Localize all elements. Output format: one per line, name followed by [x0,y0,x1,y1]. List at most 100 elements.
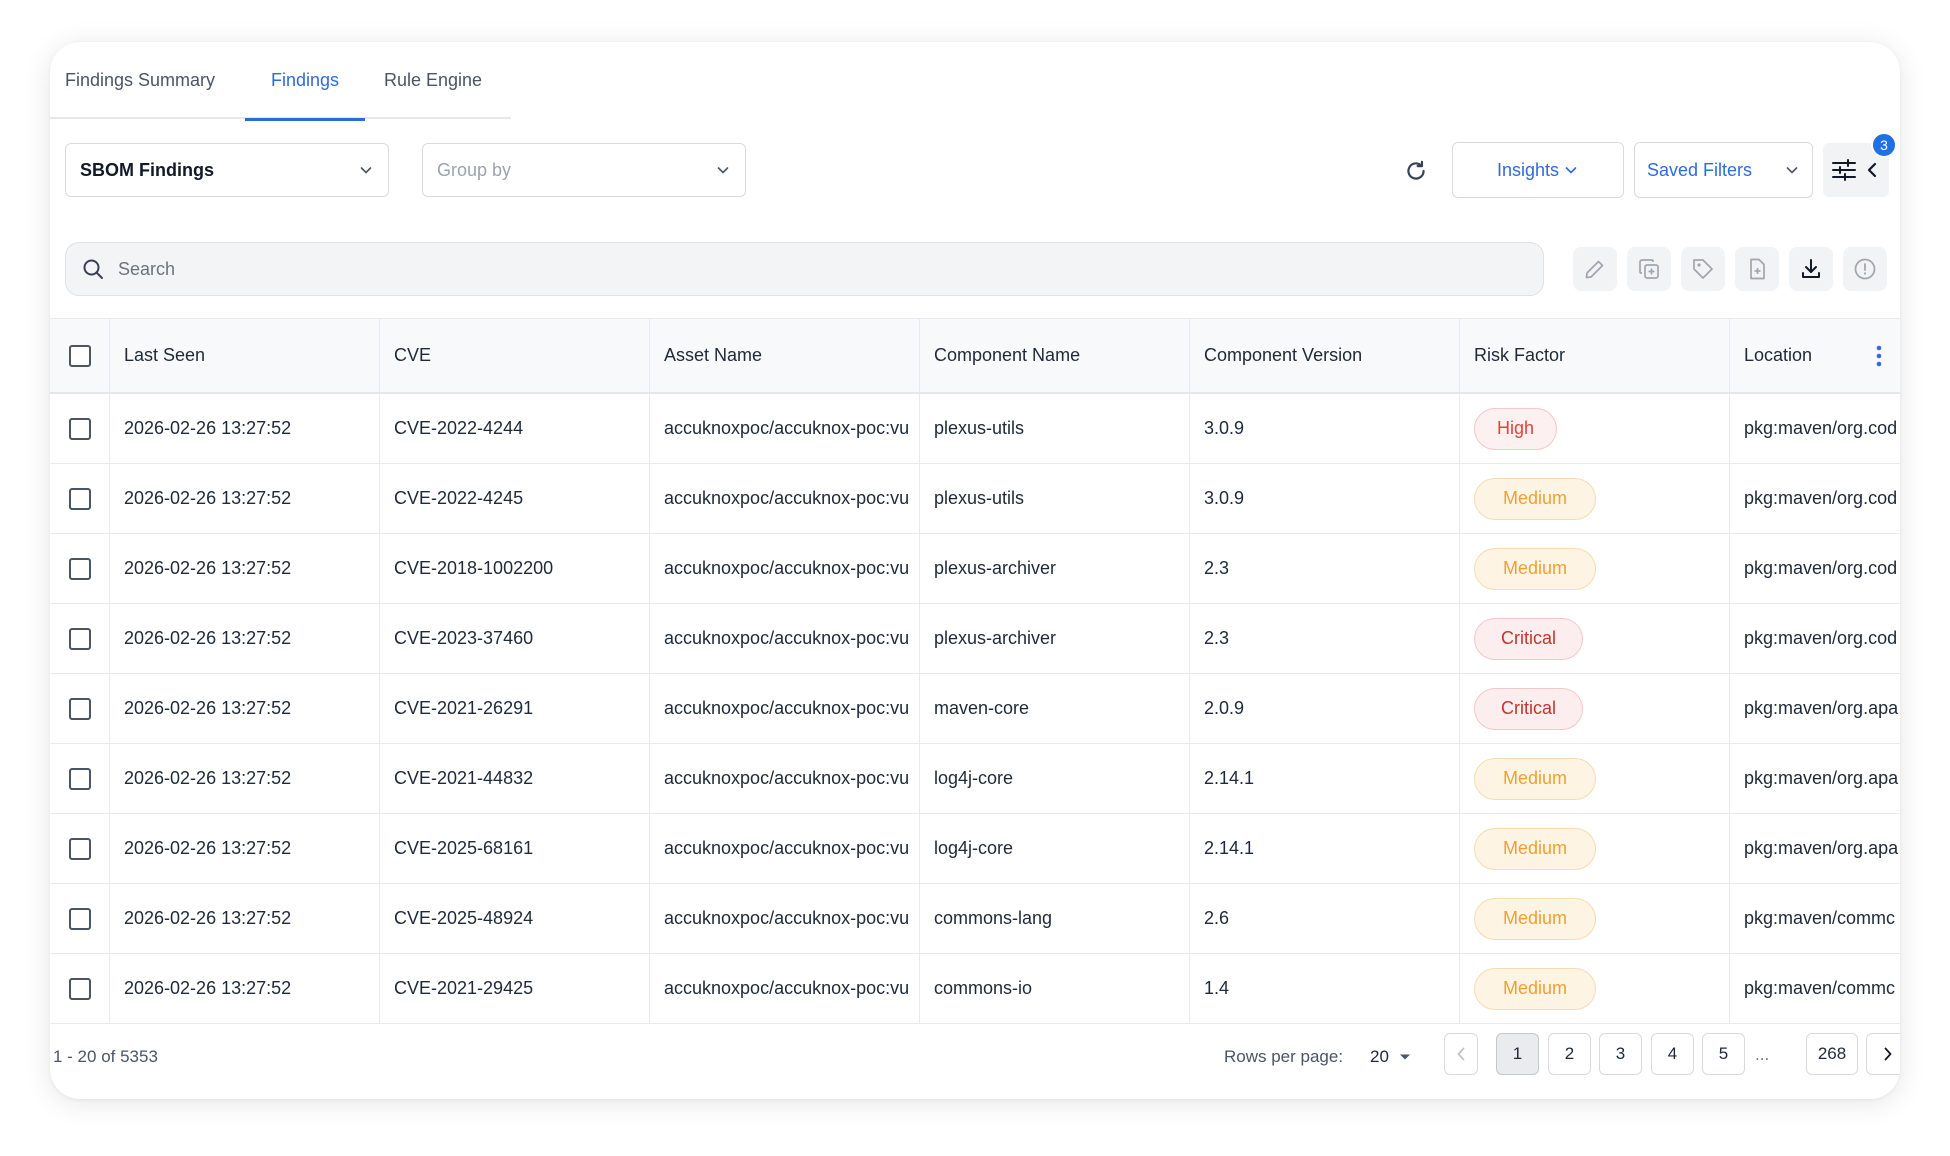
row-checkbox-cell [50,394,110,463]
page-button-3[interactable]: 3 [1599,1033,1642,1075]
row-checkbox[interactable] [68,907,91,930]
findings-card: Findings Summary Findings Rule Engine SB… [50,42,1900,1099]
cell-location: pkg:maven/commc [1744,908,1896,928]
chevron-right-icon [1884,1047,1891,1061]
tab-rule-engine[interactable]: Rule Engine [365,42,511,119]
row-checkbox[interactable] [68,627,91,650]
table-row[interactable]: 2026-02-26 13:27:52 CVE-2023-37460 accukno… [50,604,1900,674]
page-button-5[interactable]: 5 [1702,1033,1745,1075]
saved-filters-button[interactable]: Saved Filters [1634,142,1813,198]
column-header-last-seen[interactable]: Last Seen [110,319,380,392]
table-header-row: Last Seen CVE Asset Name Component Name … [50,318,1900,394]
table-row[interactable]: 2026-02-26 13:27:52 CVE-2025-48924 accukno… [50,884,1900,954]
report-issue-button[interactable] [1843,247,1887,291]
cell-asset-name: accuknoxpoc/accuknox-poc:vu [650,884,920,953]
bulk-actions [1573,247,1887,291]
table-row[interactable]: 2026-02-26 13:27:52 CVE-2021-26291 accukno… [50,674,1900,744]
cell-cve[interactable]: CVE-2025-48924 [380,884,650,953]
table-row[interactable]: 2026-02-26 13:27:52 CVE-2022-4244 accuknox… [50,394,1900,464]
cell-last-seen: 2026-02-26 13:27:52 [110,814,380,883]
chevron-down-icon [1565,167,1577,174]
download-button[interactable] [1789,247,1833,291]
cell-component-name: plexus-utils [920,464,1190,533]
cell-asset-name: accuknoxpoc/accuknox-poc:vu [650,464,920,533]
search-input[interactable] [118,258,1543,280]
cell-risk-factor: Medium [1460,744,1730,813]
prev-page-button[interactable] [1444,1033,1478,1075]
column-header-component-name[interactable]: Component Name [920,319,1190,392]
column-header-cve[interactable]: CVE [380,319,650,392]
cell-cve[interactable]: CVE-2022-4245 [380,464,650,533]
header-checkbox-cell [50,319,110,392]
next-page-button[interactable] [1866,1033,1900,1075]
cell-component-name: commons-io [920,954,1190,1023]
chevron-down-icon [1786,167,1798,174]
kebab-menu-icon[interactable] [1876,345,1882,367]
add-file-button[interactable] [1735,247,1779,291]
result-count: 1 - 20 of 5353 [53,1047,158,1066]
table-row[interactable]: 2026-02-26 13:27:52 CVE-2025-68161 accukno… [50,814,1900,884]
cell-cve[interactable]: CVE-2018-1002200 [380,534,650,603]
group-by-placeholder: Group by [437,159,512,180]
row-checkbox[interactable] [68,417,91,440]
row-checkbox[interactable] [68,837,91,860]
cell-cve[interactable]: CVE-2023-37460 [380,604,650,673]
page-button-1[interactable]: 1 [1496,1033,1539,1075]
group-by-select[interactable]: Group by [422,143,746,197]
cell-location: pkg:maven/org.cod [1744,628,1898,648]
cell-last-seen: 2026-02-26 13:27:52 [110,674,380,743]
row-checkbox[interactable] [68,697,91,720]
cell-component-version: 2.14.1 [1190,814,1460,883]
table-row[interactable]: 2026-02-26 13:27:52 CVE-2021-44832 accukno… [50,744,1900,814]
page-button-4[interactable]: 4 [1651,1033,1694,1075]
column-header-location-cell: Location [1730,319,1900,392]
row-checkbox[interactable] [68,977,91,1000]
select-all-checkbox[interactable] [68,344,91,367]
page-button-2[interactable]: 2 [1548,1033,1591,1075]
cell-risk-factor: Medium [1460,814,1730,883]
column-header-risk-factor[interactable]: Risk Factor [1460,319,1730,392]
table-row[interactable]: 2026-02-26 13:27:52 CVE-2022-4245 accuknox… [50,464,1900,534]
tab-findings-summary[interactable]: Findings Summary [50,42,245,119]
findings-table: Last Seen CVE Asset Name Component Name … [50,318,1900,1024]
cell-component-name: commons-lang [920,884,1190,953]
row-checkbox[interactable] [68,487,91,510]
refresh-icon[interactable] [1403,158,1429,184]
finding-type-select[interactable]: SBOM Findings [65,143,389,197]
create-ticket-button[interactable] [1627,247,1671,291]
cell-risk-factor: Medium [1460,954,1730,1023]
tag-button[interactable] [1681,247,1725,291]
cell-cve[interactable]: CVE-2021-26291 [380,674,650,743]
cell-last-seen: 2026-02-26 13:27:52 [110,884,380,953]
column-header-location[interactable]: Location [1744,345,1812,366]
cell-cve[interactable]: CVE-2021-29425 [380,954,650,1023]
risk-badge: Medium [1474,897,1597,940]
rows-per-page-select[interactable]: 20 [1370,1047,1411,1067]
insights-button[interactable]: Insights [1452,142,1624,198]
insights-label: Insights [1496,159,1560,180]
column-header-asset-name[interactable]: Asset Name [650,319,920,392]
cell-component-version: 3.0.9 [1190,394,1460,463]
cell-asset-name: accuknoxpoc/accuknox-poc:vu [650,744,920,813]
row-checkbox-cell [50,954,110,1023]
column-header-component-version[interactable]: Component Version [1190,319,1460,392]
chevron-down-icon [360,167,372,174]
risk-badge: Critical [1474,617,1584,660]
edit-button[interactable] [1573,247,1617,291]
search-icon [83,259,103,279]
cell-cve[interactable]: CVE-2021-44832 [380,744,650,813]
cell-component-version: 2.3 [1190,534,1460,603]
row-checkbox-cell [50,534,110,603]
cell-location: pkg:maven/org.apa [1744,838,1899,858]
cell-component-name: plexus-archiver [920,604,1190,673]
cell-last-seen: 2026-02-26 13:27:52 [110,394,380,463]
table-row[interactable]: 2026-02-26 13:27:52 CVE-2021-29425 accukno… [50,954,1900,1024]
chevron-left-icon [1457,1047,1465,1061]
cell-cve[interactable]: CVE-2025-68161 [380,814,650,883]
row-checkbox[interactable] [68,557,91,580]
tab-findings[interactable]: Findings [245,42,365,121]
cell-cve[interactable]: CVE-2022-4244 [380,394,650,463]
page-button-last[interactable]: 268 [1806,1033,1858,1075]
row-checkbox[interactable] [68,767,91,790]
table-row[interactable]: 2026-02-26 13:27:52 CVE-2018-1002200 accuk… [50,534,1900,604]
